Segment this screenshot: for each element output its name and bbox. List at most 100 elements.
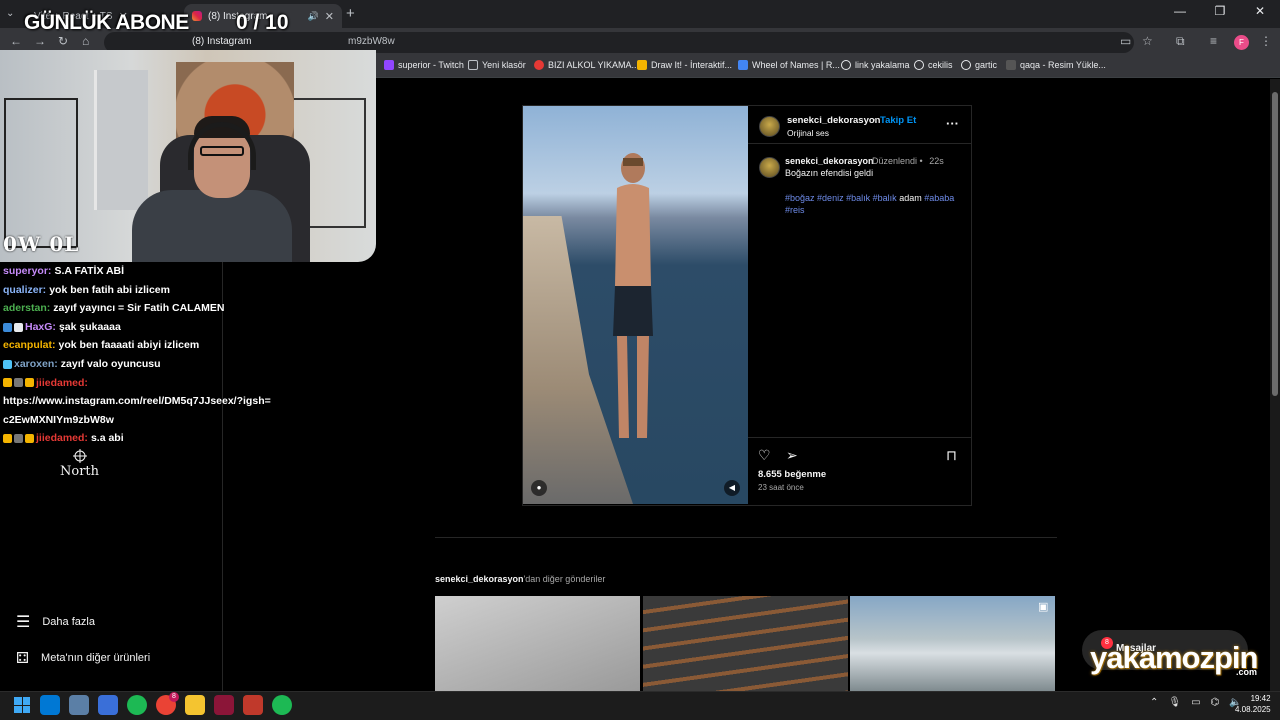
caption-edited: Düzenlendi • 22s: [872, 156, 944, 166]
bookmark-item[interactable]: cekilis: [914, 60, 953, 70]
bookmark-icon[interactable]: ⊓: [946, 447, 957, 464]
speaker-icon[interactable]: 🔊: [308, 11, 319, 22]
tab-hover-tooltip: (8) Instagram: [186, 34, 258, 49]
taskbar-app-icon[interactable]: [243, 695, 263, 715]
scrollbar-thumb[interactable]: [1272, 92, 1278, 396]
bookmark-item[interactable]: Draw It! - İnteraktif...: [637, 60, 732, 70]
section-divider: [435, 537, 1057, 538]
taskbar-app-icon[interactable]: [185, 695, 205, 715]
hashtag-link[interactable]: #boğaz: [785, 193, 815, 203]
caption-hashtags: #boğaz #deniz #balık #balık adam #ababa …: [785, 192, 965, 216]
post-timestamp: 23 saat önce: [758, 483, 804, 492]
chat-message: xaroxen: zayıf valo oyuncusu: [3, 355, 293, 374]
chevron-up-icon[interactable]: ⌃: [1150, 697, 1158, 708]
battery-icon[interactable]: ▭: [1191, 697, 1200, 708]
system-tray: ⌃ 🎙 ▭ ⌬ 🔈: [1150, 697, 1242, 708]
bookmark-item[interactable]: Wheel of Names | R...: [738, 60, 840, 70]
volume-icon[interactable]: ◀: [724, 480, 740, 496]
forward-icon[interactable]: →: [34, 34, 46, 48]
chat-badge-icon: [3, 378, 12, 388]
taskbar-app-icon[interactable]: [272, 695, 292, 715]
stream-chat: superyor: S.A FATİX ABİ qualizer: yok ben f…: [3, 262, 293, 448]
divider: [748, 143, 971, 144]
like-count[interactable]: 8.655 beğenme: [758, 469, 826, 480]
chat-message: jiiedamed: s.a abi: [3, 429, 293, 448]
bookmark-item[interactable]: qaqa - Resim Yükle...: [1006, 60, 1106, 70]
reel-video[interactable]: ● ◀: [523, 106, 748, 504]
mic-icon[interactable]: 🎙: [1168, 697, 1181, 708]
windows-start-icon[interactable]: [14, 697, 30, 713]
ellipsis-icon[interactable]: ···: [946, 116, 959, 131]
hashtag-link[interactable]: #reis: [785, 205, 805, 215]
chat-message: https://www.instagram.com/reel/DM5q7JJse…: [3, 392, 271, 429]
sidebar-item-more[interactable]: ☰ Daha fazla: [16, 612, 95, 632]
network-icon[interactable]: ⌬: [1211, 697, 1220, 708]
chat-badge-icon: [25, 378, 34, 388]
post-username[interactable]: senekci_dekorasyon: [787, 115, 880, 126]
sub-goal-count: 0 / 10: [236, 11, 289, 34]
avatar[interactable]: [759, 157, 780, 178]
close-icon[interactable]: ✕: [325, 10, 334, 23]
menu-icon[interactable]: ⋮: [1260, 34, 1272, 48]
caption-username[interactable]: senekci_dekorasyon: [785, 156, 874, 166]
chat-badge-icon: [3, 434, 12, 444]
taskbar-app-icon[interactable]: [214, 695, 234, 715]
user-tag-icon[interactable]: ●: [531, 480, 547, 496]
tab-search-icon[interactable]: ⌄: [6, 8, 14, 19]
back-icon[interactable]: ←: [10, 34, 22, 48]
avatar[interactable]: [759, 116, 780, 137]
taskbar-app-icon[interactable]: [40, 695, 60, 715]
url-tail: m9zbW8w: [348, 36, 395, 47]
notification-badge: 8: [169, 692, 179, 702]
star-icon[interactable]: ☆: [1142, 34, 1153, 48]
audio-label[interactable]: Orijinal ses: [787, 128, 829, 138]
minimize-button[interactable]: —: [1160, 4, 1200, 18]
globe-icon: [914, 60, 924, 70]
post-thumbnail[interactable]: [643, 596, 848, 691]
maximize-button[interactable]: ❐: [1200, 4, 1240, 18]
new-tab-button[interactable]: +: [346, 5, 355, 22]
extensions-icon[interactable]: ⧉: [1176, 34, 1185, 49]
menu-icon: ☰: [16, 614, 31, 631]
taskbar-app-icon[interactable]: [127, 695, 147, 715]
post-thumbnail[interactable]: [435, 596, 640, 691]
reload-icon[interactable]: ↻: [58, 34, 68, 48]
watermark-sub: .com: [1236, 667, 1258, 677]
hashtag-link[interactable]: #balık: [846, 193, 870, 203]
chat-username: jiiedamed:: [36, 376, 88, 389]
follow-button[interactable]: Takip Et: [880, 115, 916, 126]
bookmark-item[interactable]: Yeni klasör: [468, 60, 526, 70]
profile-avatar[interactable]: F: [1234, 35, 1249, 50]
chat-message: jiiedamed:: [3, 374, 293, 393]
chat-badge-icon: [25, 434, 34, 444]
bookmark-item[interactable]: link yakalama: [841, 60, 910, 70]
sidebar-item-meta[interactable]: ⚃ Meta'nın diğer ürünleri: [16, 649, 150, 667]
clock[interactable]: 19:42 4.08.2025: [1235, 693, 1271, 715]
chat-username: aderstan:: [3, 302, 51, 315]
bookmark-item[interactable]: BIZI ALKOL YIKAMA...: [534, 60, 639, 70]
chat-username: HaxG:: [25, 320, 56, 333]
chat-message: superyor: S.A FATİX ABİ: [3, 262, 293, 281]
bookmark-item[interactable]: superior - Twitch: [384, 60, 464, 70]
home-icon[interactable]: ⌂: [82, 34, 89, 48]
divider: [748, 437, 971, 438]
heart-icon[interactable]: ♡: [758, 447, 771, 464]
chat-text: yok ben fatih abi izlicem: [49, 283, 170, 296]
sub-goal-label: GÜNLÜK ABONE: [24, 11, 189, 34]
caption-word: adam: [899, 193, 922, 203]
reading-list-icon[interactable]: ≡: [1210, 34, 1217, 48]
cast-icon[interactable]: ▭: [1120, 34, 1131, 48]
chat-text: S.A FATİX ABİ: [54, 265, 125, 277]
chat-badge-icon: [14, 322, 23, 332]
hashtag-link[interactable]: #deniz: [817, 193, 844, 203]
taskbar-app-icon[interactable]: [98, 695, 118, 715]
hashtag-link[interactable]: #balık: [873, 193, 897, 203]
taskbar-app-icon[interactable]: [69, 695, 89, 715]
chat-message: qualizer: yok ben fatih abi izlicem: [3, 281, 293, 300]
chat-badge-icon: [3, 359, 12, 369]
bookmark-item[interactable]: gartic: [961, 60, 997, 70]
send-icon[interactable]: ➢: [786, 447, 798, 464]
hashtag-link[interactable]: #ababa: [924, 193, 954, 203]
close-window-button[interactable]: ✕: [1240, 4, 1280, 18]
post-thumbnail[interactable]: [850, 596, 1055, 691]
